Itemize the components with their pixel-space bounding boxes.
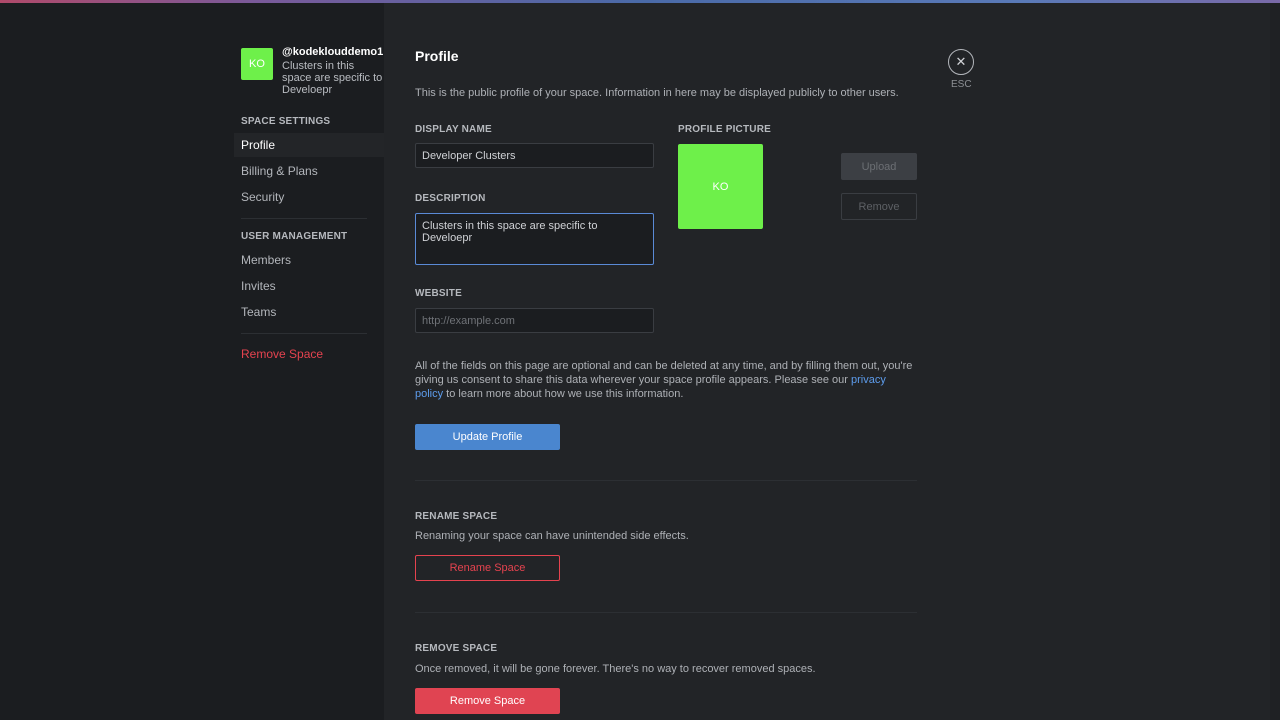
space-avatar: KO bbox=[241, 48, 273, 80]
scrollbar[interactable] bbox=[1270, 3, 1280, 720]
space-description: Clusters in this space are specific to D… bbox=[282, 60, 383, 96]
description-label: DESCRIPTION bbox=[415, 193, 486, 204]
rename-space-button[interactable]: Rename Space bbox=[415, 555, 560, 581]
sidebar-item-security[interactable]: Security bbox=[241, 190, 284, 204]
remove-space-text: Once removed, it will be gone forever. T… bbox=[415, 663, 816, 675]
page-title: Profile bbox=[415, 48, 459, 64]
sidebar-divider bbox=[241, 218, 367, 219]
website-label: WEBSITE bbox=[415, 288, 462, 299]
section-divider bbox=[415, 612, 917, 613]
close-icon: ✕ bbox=[955, 54, 967, 69]
sidebar-item-teams[interactable]: Teams bbox=[241, 305, 276, 319]
consent-text-end: to learn more about how we use this info… bbox=[443, 388, 684, 400]
space-settings-header: SPACE SETTINGS bbox=[241, 116, 331, 127]
section-divider bbox=[415, 480, 917, 481]
profile-picture: KO bbox=[678, 144, 763, 229]
remove-space-button[interactable]: Remove Space bbox=[415, 688, 560, 714]
space-handle: @kodeklouddemo1 bbox=[282, 46, 384, 58]
consent-text: All of the fields on this page are optio… bbox=[415, 359, 915, 401]
sidebar-item-remove-space[interactable]: Remove Space bbox=[241, 347, 323, 361]
upload-button[interactable]: Upload bbox=[841, 153, 917, 180]
remove-space-title: REMOVE SPACE bbox=[415, 643, 498, 654]
sidebar-item-invites[interactable]: Invites bbox=[241, 279, 276, 293]
sidebar-item-profile[interactable]: Profile bbox=[234, 133, 384, 157]
display-name-label: DISPLAY NAME bbox=[415, 124, 492, 135]
website-input[interactable] bbox=[415, 308, 654, 333]
remove-picture-button[interactable]: Remove bbox=[841, 193, 917, 220]
consent-text-start: All of the fields on this page are optio… bbox=[415, 360, 913, 386]
sidebar-item-members[interactable]: Members bbox=[241, 253, 291, 267]
close-button[interactable]: ✕ bbox=[948, 49, 974, 75]
display-name-input[interactable] bbox=[415, 143, 654, 168]
page-subtitle: This is the public profile of your space… bbox=[415, 87, 899, 99]
sidebar-item-billing-plans[interactable]: Billing & Plans bbox=[241, 164, 318, 178]
update-profile-button[interactable]: Update Profile bbox=[415, 424, 560, 450]
rename-space-title: RENAME SPACE bbox=[415, 511, 498, 522]
user-management-header: USER MANAGEMENT bbox=[241, 231, 348, 242]
sidebar-divider bbox=[241, 333, 367, 334]
rename-space-text: Renaming your space can have unintended … bbox=[415, 530, 689, 542]
settings-sidebar bbox=[0, 3, 384, 720]
esc-label: ESC bbox=[951, 79, 972, 90]
description-input[interactable]: Clusters in this space are specific to D… bbox=[415, 213, 654, 265]
profile-picture-label: PROFILE PICTURE bbox=[678, 124, 772, 135]
